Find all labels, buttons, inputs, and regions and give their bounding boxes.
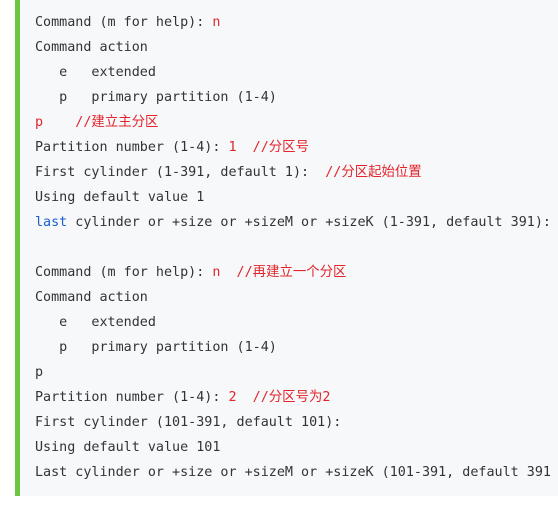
code-text: e extended	[35, 315, 156, 330]
code-line: Command (m for help): n //再建立一个分区	[35, 260, 551, 285]
code-line: p primary partition (1-4)	[35, 335, 551, 360]
code-comment: n //再建立一个分区	[212, 265, 347, 280]
code-comment: //分区起始位置	[325, 165, 422, 180]
code-text: Command action	[35, 40, 148, 55]
code-text: Partition number (1-4):	[35, 390, 229, 405]
code-line: Partition number (1-4): 2 //分区号为2	[35, 385, 551, 410]
code-line: p	[35, 360, 551, 385]
code-line: last cylinder or +size or +sizeM or +siz…	[35, 210, 551, 235]
code-line: Using default value 101	[35, 435, 551, 460]
code-text: Using default value 1	[35, 190, 205, 205]
code-line: Partition number (1-4): 1 //分区号	[35, 135, 551, 160]
code-comment: n	[212, 15, 221, 30]
code-text: Last cylinder or +size or +sizeM or +siz…	[35, 465, 551, 480]
code-text: cylinder or +size or +sizeM or +sizeK (1…	[67, 215, 551, 230]
code-text: Using default value 101	[35, 440, 221, 455]
code-line: Command action	[35, 285, 551, 310]
code-text: Command (m for help):	[35, 265, 213, 280]
code-line: Last cylinder or +size or +sizeM or +siz…	[35, 460, 551, 485]
code-line: Command (m for help): n	[35, 10, 551, 35]
code-lines: Command (m for help): n Command action e …	[35, 10, 551, 485]
code-line: e extended	[35, 60, 551, 85]
code-comment: 2 //分区号为2	[228, 390, 331, 405]
code-text: Partition number (1-4):	[35, 140, 229, 155]
code-line: Using default value 1	[35, 185, 551, 210]
code-text: First cylinder (1-391, default 1):	[35, 165, 326, 180]
code-text: p primary partition (1-4)	[35, 90, 277, 105]
code-text: e extended	[35, 65, 156, 80]
code-text: p	[35, 365, 44, 380]
code-line: Command action	[35, 35, 551, 60]
code-text: p primary partition (1-4)	[35, 340, 277, 355]
code-line: e extended	[35, 310, 551, 335]
code-line: p primary partition (1-4)	[35, 85, 551, 110]
code-text: Command (m for help):	[35, 15, 213, 30]
code-text: Command action	[35, 290, 148, 305]
code-line: First cylinder (101-391, default 101):	[35, 410, 551, 435]
code-keyword: last	[35, 215, 68, 230]
code-block: Command (m for help): n Command action e …	[15, 0, 558, 496]
code-line: p //建立主分区	[35, 110, 551, 135]
code-line: First cylinder (1-391, default 1): //分区起…	[35, 160, 551, 185]
code-comment: p //建立主分区	[35, 115, 159, 130]
code-text: First cylinder (101-391, default 101):	[35, 415, 342, 430]
code-comment: 1 //分区号	[228, 140, 309, 155]
